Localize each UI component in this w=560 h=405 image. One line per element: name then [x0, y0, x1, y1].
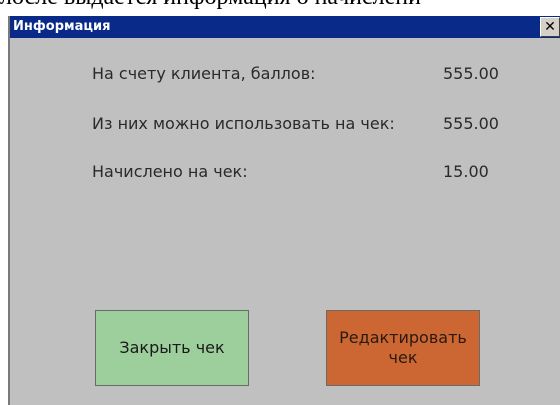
- close-icon[interactable]: ✕: [540, 17, 560, 37]
- row-value-usable-points: 555.00: [443, 114, 499, 133]
- dialog-title: Информация: [13, 19, 111, 34]
- background-document-text: лосле выдается информация о начислени: [0, 0, 560, 10]
- row-label-usable-points: Из них можно использовать на чек:: [92, 114, 395, 133]
- row-value-accrued-points: 15.00: [443, 162, 489, 181]
- row-value-client-points: 555.00: [443, 64, 499, 83]
- edit-receipt-button[interactable]: Редактировать чек: [326, 310, 480, 386]
- row-label-client-points: На счету клиента, баллов:: [92, 64, 316, 83]
- info-dialog: Информация ✕ На счету клиента, баллов: 5…: [8, 16, 560, 405]
- close-receipt-button[interactable]: Закрыть чек: [95, 310, 249, 386]
- dialog-titlebar: Информация ✕: [10, 16, 560, 38]
- row-label-accrued-points: Начислено на чек:: [92, 162, 248, 181]
